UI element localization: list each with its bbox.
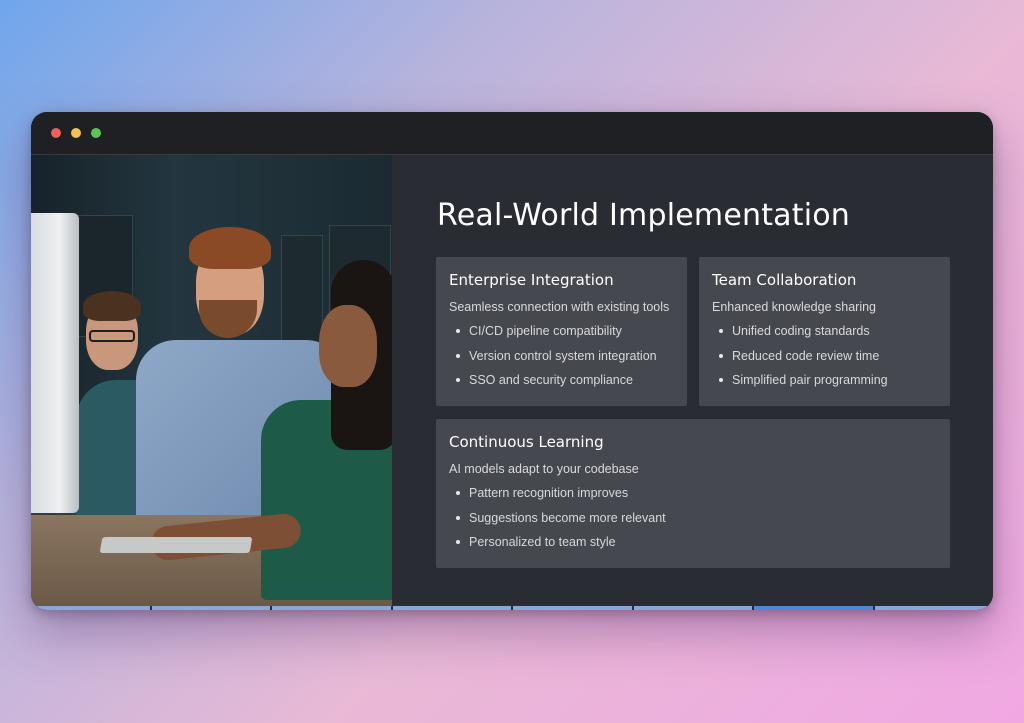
card-subtitle: Seamless connection with existing tools	[449, 300, 670, 314]
card-bullet-list: Pattern recognition improves Suggestions…	[449, 486, 937, 549]
slide-title: Real-World Implementation	[437, 198, 851, 233]
bullet-item: Version control system integration	[456, 349, 674, 363]
card-title: Enterprise Integration	[449, 271, 614, 289]
progress-segment[interactable]	[392, 606, 511, 610]
bullet-item: Simplified pair programming	[719, 373, 937, 387]
bullet-item: Unified coding standards	[719, 324, 937, 338]
progress-segment[interactable]	[31, 606, 150, 610]
card-continuous-learning: Continuous Learning AI models adapt to y…	[436, 419, 950, 568]
minimize-window-button[interactable]	[71, 128, 81, 138]
photo-keyboard	[99, 537, 253, 553]
card-title: Team Collaboration	[712, 271, 857, 289]
progress-segment[interactable]	[513, 606, 632, 610]
card-subtitle: Enhanced knowledge sharing	[712, 300, 877, 314]
slide-progress-bar[interactable]	[31, 606, 993, 610]
maximize-window-button[interactable]	[91, 128, 101, 138]
progress-segment[interactable]	[633, 606, 752, 610]
progress-segment[interactable]	[151, 606, 270, 610]
presentation-window: Real-World Implementation Enterprise Int…	[31, 112, 993, 610]
bullet-item: Reduced code review time	[719, 349, 937, 363]
window-titlebar	[31, 112, 993, 155]
bullet-item: Pattern recognition improves	[456, 486, 937, 500]
card-subtitle: AI models adapt to your codebase	[449, 462, 639, 476]
bullet-item: SSO and security compliance	[456, 373, 674, 387]
card-enterprise-integration: Enterprise Integration Seamless connecti…	[436, 257, 687, 406]
progress-segment[interactable]	[874, 606, 993, 610]
card-bullet-list: CI/CD pipeline compatibility Version con…	[449, 324, 674, 387]
team-photo	[31, 155, 392, 607]
bullet-item: CI/CD pipeline compatibility	[456, 324, 674, 338]
bullet-item: Personalized to team style	[456, 535, 937, 549]
slide-text-panel: Real-World Implementation Enterprise Int…	[392, 155, 993, 607]
progress-segment[interactable]	[272, 606, 391, 610]
bullet-item: Suggestions become more relevant	[456, 511, 937, 525]
card-bullet-list: Unified coding standards Reduced code re…	[712, 324, 937, 387]
card-team-collaboration: Team Collaboration Enhanced knowledge sh…	[699, 257, 950, 406]
progress-segment-current[interactable]	[754, 606, 873, 610]
card-title: Continuous Learning	[449, 433, 604, 451]
photo-monitor	[31, 213, 79, 513]
close-window-button[interactable]	[51, 128, 61, 138]
slide-content: Real-World Implementation Enterprise Int…	[31, 155, 993, 607]
